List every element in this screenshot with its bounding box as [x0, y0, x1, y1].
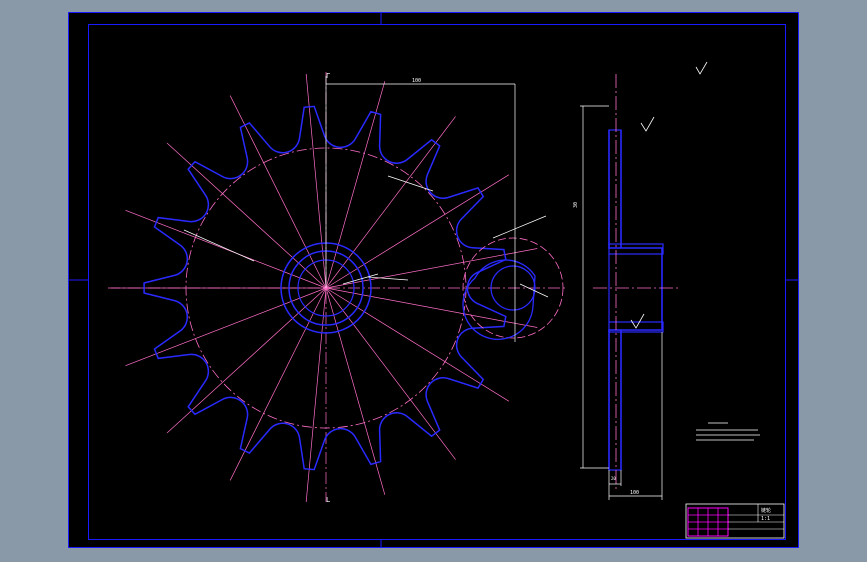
drawing-sheet: 100 100 30 20 Γ L 链轮 1:1 — [68, 12, 799, 548]
title-block: 链轮 1:1 — [685, 503, 785, 539]
border-ticks — [68, 12, 799, 548]
technical-requirements-note — [696, 422, 760, 441]
sheet-inner-border — [88, 24, 786, 540]
dimension-bottom-width: 100 — [630, 490, 639, 496]
dimension-hub-note: 20 — [611, 476, 616, 481]
tooth-center-line — [166, 142, 327, 289]
tooth-center-line — [166, 287, 327, 434]
tooth-center-line — [229, 287, 327, 481]
sprocket-front-view — [108, 72, 568, 503]
front-view-dimensions — [183, 76, 549, 342]
dimension-top-width: 100 — [412, 78, 421, 84]
section-hatching — [609, 129, 663, 331]
section-mark-bottom: L — [326, 496, 330, 504]
sheet-outer-border — [68, 12, 799, 548]
section-mark-top: Γ — [326, 72, 330, 80]
tooth-center-line — [125, 210, 327, 289]
sprocket-side-section — [580, 61, 708, 500]
tooth-center-line — [325, 116, 456, 289]
tooth-center-line — [125, 287, 327, 366]
tooth-center-line — [229, 95, 327, 289]
cad-drawing: 100 100 30 20 Γ L 链轮 1:1 — [68, 12, 799, 548]
dimension-side-height: 30 — [573, 202, 579, 208]
title-scale: 1:1 — [761, 516, 770, 522]
title-part-name: 链轮 — [761, 507, 771, 514]
